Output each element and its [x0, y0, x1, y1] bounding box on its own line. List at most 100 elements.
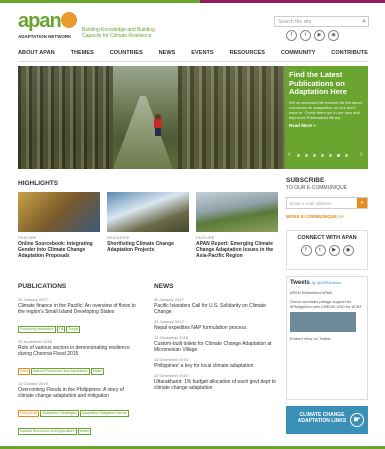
highlight-title[interactable]: APAN Report: Emerging Climate Change Ada… [196, 241, 278, 259]
facebook-icon[interactable]: f [286, 30, 297, 41]
hero-promo-panel: Find the Latest Publications on Adaptati… [285, 66, 368, 169]
tag[interactable]: Natural Resources and Agriculture [30, 368, 90, 375]
nav-events[interactable]: EVENTS [191, 50, 213, 60]
promo-body: We've searched the internet for the late… [289, 99, 362, 120]
highlight-title[interactable]: Online Sourcebook: Integrating Gender in… [18, 241, 100, 259]
highlight-category: RESOURCE [107, 235, 130, 240]
nav-community[interactable]: COMMUNITY [281, 50, 316, 60]
highlight-category: FEATURE [18, 235, 37, 240]
tag[interactable]: Philippines [18, 410, 40, 417]
carousel-dot[interactable] [313, 154, 316, 157]
rss-icon[interactable]: ◉ [328, 30, 339, 41]
news-date: 14 December 2016 [154, 335, 189, 340]
carousel-dot[interactable] [329, 154, 332, 157]
twitter-icon[interactable]: t [300, 30, 311, 41]
top-color-bar [0, 0, 385, 3]
rss-icon[interactable]: ◉ [342, 245, 354, 256]
highlight-image[interactable] [196, 192, 278, 232]
publications-list: 30 January 2017 Climate finance in the P… [18, 293, 138, 437]
pub-date: 13 October 2016 [18, 381, 48, 386]
carousel-prev-icon[interactable]: ‹ [288, 151, 290, 158]
highlight-card[interactable]: RESOURCE Shortlisting Climate Change Ada… [107, 192, 189, 253]
carousel-dot-active[interactable] [337, 154, 340, 157]
search-icon[interactable]: ⌕ [362, 18, 366, 26]
connect-title: CONNECT WITH APAN [297, 235, 357, 241]
news-title-link[interactable]: Uttarakhand: 1% budget allocation of eac… [154, 379, 280, 391]
promo-title: Find the Latest Publications on Adaptati… [289, 70, 347, 96]
pub-date: 30 January 2017 [18, 297, 48, 302]
highlight-image[interactable] [18, 192, 100, 232]
carousel-dot[interactable] [321, 154, 324, 157]
news-title: NEWS [154, 283, 174, 290]
facebook-icon[interactable]: f [300, 245, 312, 256]
search-placeholder: Search the site [278, 19, 312, 25]
news-title-link[interactable]: Nepal expedites NAP formulation process [154, 325, 280, 331]
more-ecommunique-link[interactable]: MORE E-COMMUNIQUE >> [286, 214, 368, 219]
list-item: 14 December 2016 Custom-built toilets fo… [154, 335, 280, 353]
nav-news[interactable]: NEWS [159, 50, 176, 60]
pub-date: 30 November 2016 [18, 339, 53, 344]
nav-themes[interactable]: THEMES [71, 50, 94, 60]
email-field[interactable]: Enter e-mail address » [286, 197, 368, 209]
carousel-next-icon[interactable]: › [360, 151, 362, 158]
logo-subtitle: ADAPTATION NETWORK [18, 34, 72, 39]
list-item: 13 October 2016 Overcoming Floods in the… [18, 381, 138, 437]
hero-person [153, 114, 163, 136]
news-title-link[interactable]: Custom-built toilets for Climate Change … [154, 341, 280, 353]
apan-logo[interactable]: apan ADAPTATION NETWORK [18, 10, 78, 44]
tag[interactable]: Natural Resources and Agriculture [18, 428, 77, 435]
highlight-card[interactable]: FEATURE Online Sourcebook: Integrating G… [18, 192, 100, 259]
highlights-title: HIGHLIGHTS [18, 180, 59, 187]
nav-resources[interactable]: RESOURCES [230, 50, 265, 60]
highlight-title[interactable]: Shortlisting Climate Change Adaptation P… [107, 241, 189, 253]
highlight-image[interactable] [107, 192, 189, 232]
tag[interactable]: Adaptation Strategies [40, 410, 79, 417]
tweet-image[interactable] [290, 312, 356, 332]
list-item: 14 December 2016 Philippines' a key for … [154, 357, 280, 369]
carousel-dot[interactable] [345, 154, 348, 157]
tag[interactable]: Fiji [56, 326, 66, 333]
promo-read-more-link[interactable]: Read More » [289, 123, 364, 128]
tweets-title: Tweets [290, 280, 310, 286]
news-title-link[interactable]: Philippines' a key for local climate ada… [154, 363, 280, 369]
pub-title[interactable]: Overcoming Floods in the Philippines: A … [18, 387, 138, 399]
subscribe-submit-button[interactable]: » [357, 198, 367, 208]
carousel-dot[interactable] [297, 154, 300, 157]
tweet-text: Donor countries pledge support for #Phil… [290, 299, 363, 309]
subscribe-title: SUBSCRIBE [286, 177, 325, 184]
header-social-links: f t ▶ ◉ [286, 30, 339, 41]
nav-about[interactable]: ABOUT APAN [18, 50, 55, 60]
tag[interactable]: India [18, 368, 30, 375]
nav-contribute[interactable]: CONTRIBUTE [331, 50, 368, 60]
climate-change-links-button[interactable]: CLIMATE CHANGE ADAPTATION LINKS ☛ [286, 406, 368, 434]
tag[interactable]: Tonga [66, 326, 80, 333]
hero-image[interactable] [18, 66, 285, 169]
site-header: apan ADAPTATION NETWORK Building Knowled… [18, 10, 369, 46]
list-item: 22 December 2016 Uttarakhand: 1% budget … [154, 373, 280, 391]
search-input[interactable]: Search the site ⌕ [274, 16, 369, 27]
cc-links-label: CLIMATE CHANGE ADAPTATION LINKS [297, 412, 347, 424]
news-title-link[interactable]: Pacific Islanders Call for U.S. Solidari… [154, 303, 280, 315]
subscribe-box: SUBSCRIBE TO OUR E-COMMUNIQUÉ Enter e-ma… [286, 177, 368, 219]
twitter-widget[interactable]: Tweets by @APANnews APAN Retweeted APAN … [286, 276, 368, 400]
carousel-dot[interactable] [305, 154, 308, 157]
pub-title[interactable]: Climate finance in the Pacific: An overv… [18, 303, 138, 315]
tag[interactable]: Water [77, 428, 92, 435]
publications-title: PUBLICATIONS [18, 283, 67, 290]
tag[interactable]: Adaptation Mitigation Nexus [79, 410, 129, 417]
tweets-handle[interactable]: by @APANnews [312, 280, 341, 285]
youtube-icon[interactable]: ▶ [328, 245, 340, 256]
pointer-icon: ☛ [350, 413, 364, 427]
tag[interactable]: Water [90, 368, 104, 375]
youtube-icon[interactable]: ▶ [314, 30, 325, 41]
twitter-icon[interactable]: t [314, 245, 326, 256]
nav-divider [18, 61, 368, 62]
highlight-card[interactable]: FEATURE APAN Report: Emerging Climate Ch… [196, 192, 278, 259]
list-item: 30 January 2017 Climate finance in the P… [18, 297, 138, 335]
pub-title[interactable]: Role of various sectors in demonstrating… [18, 345, 138, 357]
list-item: 30 January 2017 Pacific Islanders Call f… [154, 297, 280, 315]
main-nav: ABOUT APAN THEMES COUNTRIES NEWS EVENTS … [18, 50, 368, 60]
tag[interactable]: Financing Adaptation [18, 326, 56, 333]
nav-countries[interactable]: COUNTRIES [110, 50, 143, 60]
tweet-actions[interactable]: Embed View on Twitter [290, 336, 364, 341]
